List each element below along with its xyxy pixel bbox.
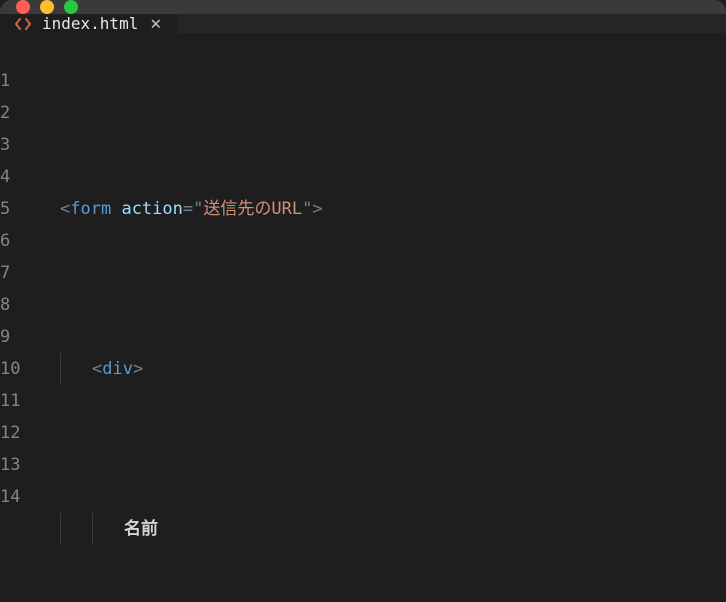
line-number: 6 bbox=[0, 225, 38, 257]
line-number: 8 bbox=[0, 289, 38, 321]
code-line[interactable]: 名前 bbox=[60, 513, 726, 545]
code-file-icon bbox=[14, 15, 32, 33]
line-number: 4 bbox=[0, 161, 38, 193]
tag-div: div bbox=[102, 353, 133, 385]
window-minimize-icon[interactable] bbox=[40, 0, 54, 14]
attr-action: action bbox=[121, 193, 182, 225]
quote: " bbox=[302, 193, 312, 225]
tab-filename: index.html bbox=[42, 14, 138, 33]
line-number: 12 bbox=[0, 417, 38, 449]
text-name-label: 名前 bbox=[124, 513, 158, 545]
line-number-gutter: 1 2 3 4 5 6 7 8 9 10 11 12 13 14 bbox=[0, 65, 60, 602]
code-line[interactable]: <form action="送信先のURL"> bbox=[60, 193, 726, 225]
line-number: 7 bbox=[0, 257, 38, 289]
line-number: 9 bbox=[0, 321, 38, 353]
code-area[interactable]: <form action="送信先のURL"> <div> 名前 <input … bbox=[60, 65, 726, 602]
window-zoom-icon[interactable] bbox=[64, 0, 78, 14]
line-number: 13 bbox=[0, 449, 38, 481]
tab-index-html[interactable]: index.html ✕ bbox=[0, 14, 178, 33]
equals: = bbox=[183, 193, 193, 225]
quote: " bbox=[193, 193, 203, 225]
line-number: 2 bbox=[0, 97, 38, 129]
editor-window: index.html ✕ 1 2 3 4 5 6 7 8 9 10 11 12 … bbox=[0, 0, 726, 602]
line-number: 10 bbox=[0, 353, 38, 385]
window-close-icon[interactable] bbox=[16, 0, 30, 14]
line-number: 5 bbox=[0, 193, 38, 225]
code-line[interactable]: <div> bbox=[60, 353, 726, 385]
titlebar bbox=[0, 0, 726, 14]
bracket: > bbox=[312, 193, 322, 225]
bracket: < bbox=[92, 353, 102, 385]
line-number: 1 bbox=[0, 65, 38, 97]
line-number: 14 bbox=[0, 481, 38, 513]
bracket: < bbox=[60, 193, 70, 225]
line-number: 11 bbox=[0, 385, 38, 417]
bracket: > bbox=[133, 353, 143, 385]
close-icon[interactable]: ✕ bbox=[148, 15, 163, 33]
code-editor[interactable]: 1 2 3 4 5 6 7 8 9 10 11 12 13 14 <form a… bbox=[0, 33, 726, 602]
string-action-url: 送信先のURL bbox=[203, 193, 302, 225]
tab-bar: index.html ✕ bbox=[0, 14, 726, 33]
tag-form: form bbox=[70, 193, 111, 225]
line-number: 3 bbox=[0, 129, 38, 161]
